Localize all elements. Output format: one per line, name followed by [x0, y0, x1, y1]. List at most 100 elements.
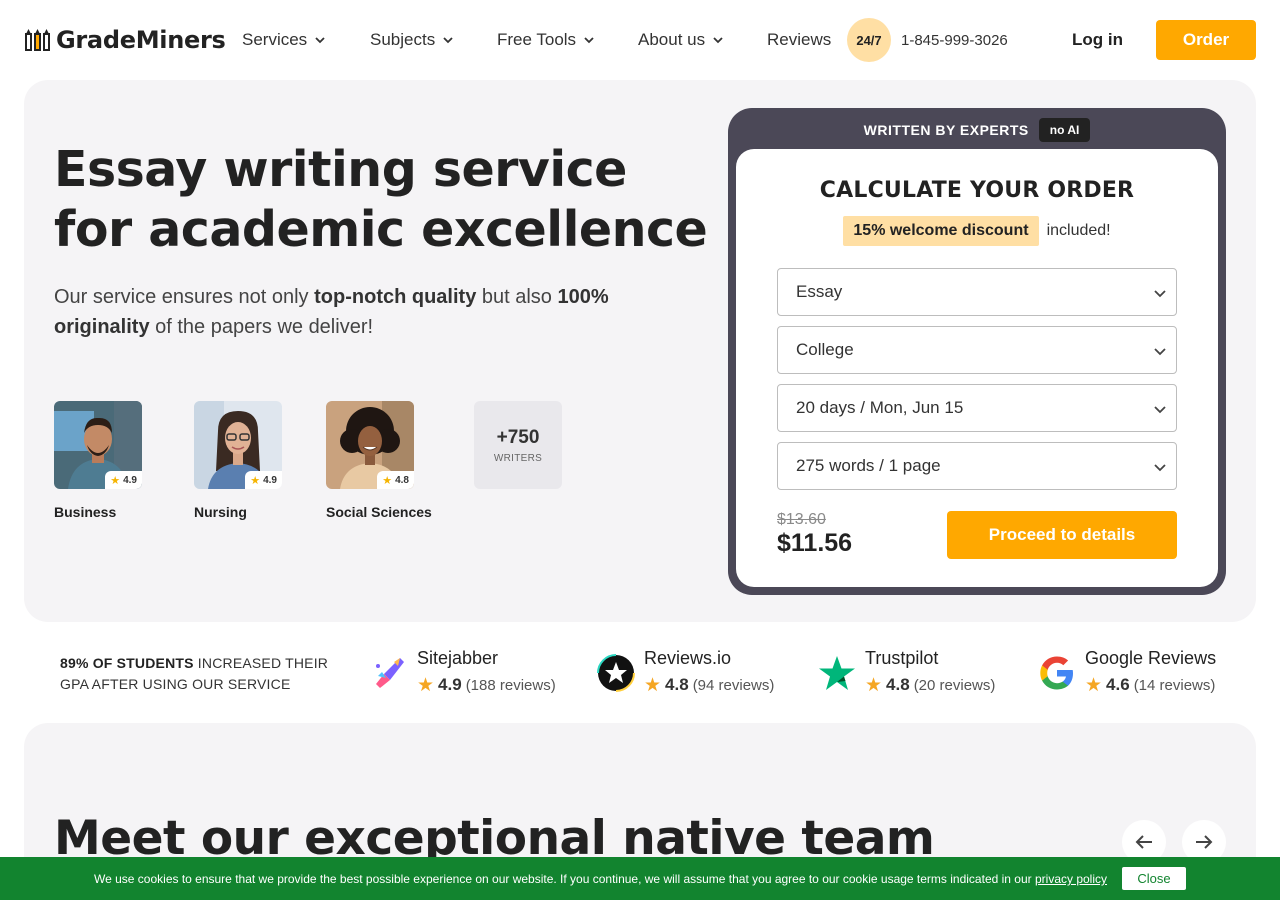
- writer-subject: Nursing: [194, 504, 247, 520]
- pages-select[interactable]: 275 words / 1 page: [777, 442, 1177, 490]
- review-reviews-io[interactable]: Reviews.io ★ 4.8 (94 reviews): [597, 648, 774, 695]
- order-calculator: WRITTEN BY EXPERTS no AI CALCULATE YOUR …: [728, 108, 1226, 595]
- login-link[interactable]: Log in: [1072, 30, 1123, 50]
- hero-subtitle: Our service ensures not only top-notch q…: [54, 282, 654, 342]
- review-sitejabber[interactable]: Sitejabber ★ 4.9 (188 reviews): [370, 648, 556, 695]
- order-button[interactable]: Order: [1156, 20, 1256, 60]
- calculator-title: CALCULATE YOUR ORDER: [819, 178, 1135, 203]
- review-site-name: Google Reviews: [1085, 648, 1217, 668]
- written-by-experts-label: WRITTEN BY EXPERTS: [863, 122, 1029, 138]
- deadline-value: 20 days / Mon, Jun 15: [796, 398, 964, 417]
- calculator-card: CALCULATE YOUR ORDER 15% welcome discoun…: [736, 149, 1218, 587]
- writer-subject: Business: [54, 504, 117, 520]
- writer-photo: ★ 4.9: [54, 401, 142, 489]
- sitejabber-icon: [376, 658, 404, 688]
- review-rating: ★ 4.6 (14 reviews): [1085, 675, 1216, 695]
- nav-services-label: Services: [242, 30, 308, 49]
- academic-level-value: College: [796, 340, 854, 359]
- chevron-down-icon: [713, 37, 723, 44]
- writer-rating: ★ 4.9: [105, 471, 142, 489]
- deadline-select[interactable]: 20 days / Mon, Jun 15: [777, 384, 1177, 432]
- review-trustpilot[interactable]: Trustpilot ★ 4.8 (20 reviews): [818, 648, 995, 695]
- chevron-down-icon: [584, 37, 594, 44]
- chevron-down-icon: [315, 37, 325, 44]
- review-count: (188 reviews): [465, 676, 556, 694]
- more-writers-count: +750: [496, 426, 540, 448]
- cookie-banner: We use cookies to ensure that we provide…: [0, 857, 1280, 900]
- review-score: 4.8: [665, 675, 689, 694]
- reviewsio-icon: [597, 654, 635, 692]
- hero-subtitle-part: Our service ensures not only: [54, 286, 315, 308]
- pages-value: 275 words / 1 page: [796, 456, 941, 475]
- chevron-down-icon: [1154, 348, 1166, 356]
- academic-level-select[interactable]: College: [777, 326, 1177, 374]
- review-rating: ★ 4.8 (94 reviews): [644, 675, 774, 695]
- review-site-name: Sitejabber: [417, 648, 499, 668]
- nav-about-us[interactable]: About us: [638, 30, 723, 50]
- writer-card-nursing[interactable]: ★ 4.9 Nursing: [194, 401, 282, 520]
- paper-type-select[interactable]: Essay: [777, 268, 1177, 316]
- review-score: 4.8: [886, 675, 910, 694]
- writer-rating: ★ 4.9: [245, 471, 282, 489]
- nav-subjects[interactable]: Subjects: [370, 30, 453, 50]
- review-site-name: Reviews.io: [644, 648, 732, 668]
- old-price: $13.60: [777, 511, 826, 528]
- hero-title: Essay writing service for academic excel…: [54, 141, 708, 258]
- no-ai-badge: no AI: [1038, 118, 1091, 142]
- total-price: $11.56: [777, 529, 853, 557]
- nav-free-tools[interactable]: Free Tools: [497, 30, 594, 50]
- star-icon: ★: [250, 475, 261, 487]
- nav-services[interactable]: Services: [242, 30, 325, 50]
- google-icon: [1040, 656, 1073, 690]
- writer-photo: ★ 4.8: [326, 401, 414, 489]
- writer-rating: ★ 4.8: [377, 471, 414, 489]
- more-writers-label: WRITERS: [493, 452, 543, 464]
- review-rating: ★ 4.9 (188 reviews): [417, 675, 556, 695]
- cookie-message: We use cookies to ensure that we provide…: [94, 872, 1035, 886]
- review-site-name: Trustpilot: [865, 648, 939, 668]
- logo[interactable]: GradeMiners: [24, 26, 226, 54]
- hero-subtitle-part: of the papers we deliver!: [149, 316, 374, 338]
- discount-suffix: included!: [1046, 222, 1111, 239]
- phone-link[interactable]: 1-845-999-3026: [901, 32, 1008, 49]
- review-count: (14 reviews): [1133, 676, 1216, 694]
- gpa-highlight: 89% OF STUDENTS: [60, 655, 194, 671]
- hero-section: Essay writing service for academic excel…: [24, 80, 1256, 622]
- privacy-policy-link[interactable]: privacy policy: [1035, 872, 1107, 886]
- nav-reviews[interactable]: Reviews: [767, 30, 831, 50]
- calculator-header: WRITTEN BY EXPERTS no AI: [728, 118, 1226, 142]
- writer-photo: ★ 4.9: [194, 401, 282, 489]
- star-icon: ★: [417, 674, 435, 696]
- logo-text: GradeMiners: [56, 26, 226, 54]
- review-count: (94 reviews): [692, 676, 775, 694]
- chevron-down-icon: [443, 37, 453, 44]
- nav-subjects-label: Subjects: [370, 30, 436, 49]
- chevron-down-icon: [1154, 406, 1166, 414]
- star-icon: ★: [1085, 674, 1103, 696]
- review-google[interactable]: Google Reviews ★ 4.6 (14 reviews): [1038, 648, 1216, 695]
- cookie-text: We use cookies to ensure that we provide…: [94, 872, 1107, 886]
- writer-card-social-sciences[interactable]: ★ 4.8 Social Sciences: [326, 401, 432, 520]
- arrow-left-icon: [1135, 835, 1152, 849]
- star-icon: ★: [382, 475, 393, 487]
- support-24-7-badge: 24/7: [847, 18, 891, 62]
- nav-free-tools-label: Free Tools: [497, 30, 577, 49]
- writer-rating-value: 4.8: [395, 475, 409, 486]
- nav-reviews-label: Reviews: [767, 30, 832, 49]
- trustpilot-icon: [819, 656, 855, 690]
- nav-about-us-label: About us: [638, 30, 706, 49]
- star-icon: ★: [644, 674, 662, 696]
- writer-rating-value: 4.9: [123, 475, 137, 486]
- more-writers-card[interactable]: +750 WRITERS: [474, 401, 562, 489]
- hero-subtitle-highlight: top-notch quality: [314, 286, 477, 308]
- review-count: (20 reviews): [913, 676, 996, 694]
- writer-rating-value: 4.9: [263, 475, 277, 486]
- discount-badge: 15% welcome discount: [843, 216, 1039, 246]
- proceed-to-details-button[interactable]: Proceed to details: [947, 511, 1177, 559]
- cookie-close-button[interactable]: Close: [1122, 867, 1186, 890]
- hero-subtitle-part: but also: [476, 286, 558, 308]
- chevron-down-icon: [1154, 290, 1166, 298]
- review-score: 4.6: [1106, 675, 1130, 694]
- discount-row: 15% welcome discount included!: [736, 216, 1218, 246]
- writer-card-business[interactable]: ★ 4.9 Business: [54, 401, 142, 520]
